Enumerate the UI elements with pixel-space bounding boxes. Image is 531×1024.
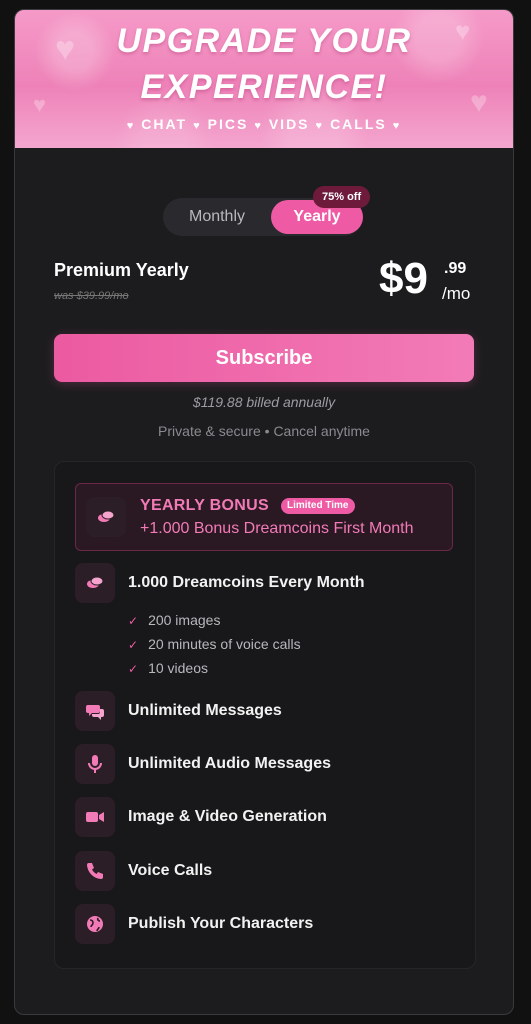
video-camera-icon — [86, 812, 104, 822]
security-note: Private & secure • Cancel anytime — [158, 423, 370, 439]
feature-icon-box — [75, 563, 115, 603]
hero-feature-list: ♥ CHAT ♥ PICS ♥ VIDS ♥ CALLS ♥ — [15, 116, 513, 132]
hero-banner: ♥ ♥ ♥ ♥ UPGRADE YOUR EXPERIENCE! ♥ CHAT ♥ P… — [15, 10, 513, 148]
price-cents: .99 — [444, 260, 467, 277]
feature-icon-box — [75, 691, 115, 731]
included-item: ✓ 10 videos — [128, 660, 208, 676]
chat-bubbles-icon — [86, 705, 104, 720]
feature-label: 1.000 Dreamcoins Every Month — [128, 574, 365, 591]
bonus-icon-box — [86, 497, 126, 537]
hero-feature: CALLS — [330, 116, 387, 132]
monthly-tab[interactable]: Monthly — [163, 198, 271, 236]
feature-icon-box — [75, 797, 115, 837]
phone-icon — [87, 863, 103, 879]
limited-time-badge: Limited Time — [281, 498, 355, 514]
feature-label: Image & Video Generation — [128, 808, 327, 825]
feature-icon-box — [75, 744, 115, 784]
hero-feature: VIDS — [268, 116, 310, 132]
discount-badge: 75% off — [313, 186, 371, 208]
heart-gem-icon: ♥ — [254, 120, 263, 132]
plan-name: Premium Yearly — [54, 260, 189, 280]
feature-icon-box — [75, 904, 115, 944]
hero-feature: PICS — [207, 116, 249, 132]
coins-icon — [87, 576, 104, 588]
features-panel: YEARLY BONUS Limited Time +1.000 Bonus D… — [54, 461, 476, 969]
billing-note: $119.88 billed annually — [192, 394, 336, 410]
hero-title-line2: EXPERIENCE! — [140, 68, 388, 106]
heart-gem-icon: ♥ — [392, 120, 402, 132]
feature-label: Voice Calls — [128, 862, 213, 879]
check-icon: ✓ — [128, 614, 139, 628]
included-item: ✓ 20 minutes of voice calls — [128, 636, 301, 652]
globe-icon — [87, 916, 103, 932]
heart-gem-icon: ♥ — [315, 120, 325, 132]
microphone-icon — [88, 755, 102, 773]
price-period: /mo — [442, 284, 471, 303]
feature-icon-box — [75, 851, 115, 891]
included-item: ✓ 200 images — [128, 612, 221, 628]
bonus-description: +1.000 Bonus Dreamcoins First Month — [140, 520, 414, 537]
upgrade-card: ♥ ♥ ♥ ♥ UPGRADE YOUR EXPERIENCE! ♥ CHAT ♥ P… — [14, 9, 514, 1015]
feature-label: Unlimited Messages — [128, 702, 282, 719]
heart-gem-icon: ♥ — [193, 120, 202, 132]
bonus-title: YEARLY BONUS — [140, 497, 269, 514]
feature-label: Unlimited Audio Messages — [128, 755, 331, 772]
coins-icon — [98, 510, 115, 522]
yearly-bonus-box: YEARLY BONUS Limited Time +1.000 Bonus D… — [75, 483, 453, 551]
check-icon: ✓ — [128, 662, 139, 676]
hero-title-line1: UPGRADE YOUR — [116, 22, 412, 60]
original-price: was $39.99/mo — [54, 290, 129, 302]
feature-label: Publish Your Characters — [128, 915, 314, 932]
price-dollars: $9 — [379, 254, 428, 303]
hero-feature: CHAT — [141, 116, 188, 132]
heart-gem-icon: ♥ — [126, 120, 136, 132]
check-icon: ✓ — [128, 638, 139, 652]
subscribe-button[interactable]: Subscribe — [54, 334, 474, 382]
